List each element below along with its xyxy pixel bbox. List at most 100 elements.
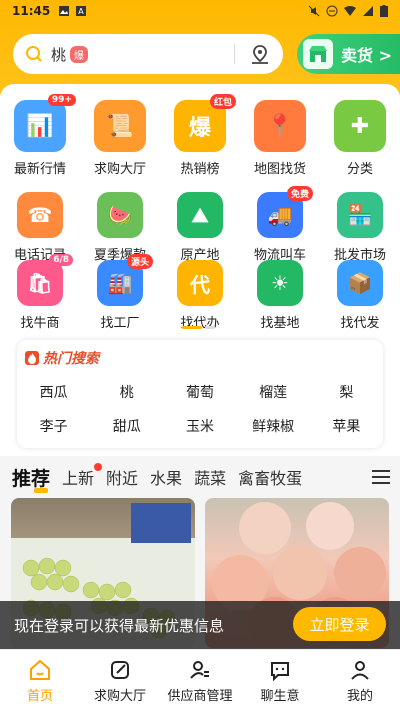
quick-entry-label: 找牛商 (20, 316, 60, 331)
tab-3[interactable]: 水果 (150, 465, 182, 489)
quick-entry-glyph: 📍 (266, 113, 294, 139)
nav-label: 供应商管理 (167, 689, 233, 704)
quick-entry-2-1[interactable]: 🏭 源头 找工厂 (80, 254, 160, 331)
mute-icon (308, 5, 320, 17)
quick-entry-0-0[interactable]: 📊 99+ 最新行情 (0, 94, 80, 177)
nav-item-0[interactable]: 首页 (0, 650, 80, 711)
home-icon (30, 659, 50, 680)
quick-entry-0-1[interactable]: 📜 求购大厅 (80, 100, 160, 177)
quick-entry-glyph: 🍉 (107, 203, 133, 227)
search-text: 桃 (51, 45, 67, 64)
svg-text:A: A (78, 7, 84, 16)
quick-entry-glyph: ✚ (350, 113, 370, 139)
quick-entry-2-3[interactable]: ☀ 找基地 (240, 260, 320, 331)
hot-search-title-text: 热门搜索 (43, 351, 99, 367)
hot-search-item[interactable]: 玉米 (163, 410, 236, 444)
hot-search-item[interactable]: 李子 (17, 410, 90, 444)
quick-entry-glyph: 爆 (188, 116, 211, 141)
quick-entry-0-4[interactable]: ✚ 分类 (320, 100, 400, 177)
hot-search-item[interactable]: 苹果 (310, 410, 383, 444)
sell-button-label: 卖货 > (341, 46, 392, 65)
flame-icon (25, 351, 39, 365)
tab-label: 推荐 (12, 467, 51, 490)
quick-entry-icon: 📍 (254, 100, 306, 152)
quick-entry-2-2[interactable]: 代找代办 (160, 260, 240, 331)
category-tabs: 推荐 上新 附近 水果 蔬菜 禽畜牧蛋 (0, 462, 400, 493)
quick-grid-row-3: 🛍 6/8 找牛商 🏭 源头 找工厂 代找代办 ☀ 找基地 📦 找代发 (0, 254, 400, 331)
hot-search-grid: 西瓜桃葡萄 榴莲梨李子 甜瓜 玉米 鲜辣椒 苹果 (17, 376, 383, 444)
login-button[interactable]: 立即登录 (293, 607, 386, 641)
quick-entry-badge: 红包 (209, 94, 236, 109)
nav-label: 首页 (26, 689, 53, 704)
hot-search-item[interactable]: 葡萄 (163, 376, 236, 410)
nav-item-1[interactable]: 求购大厅 (80, 650, 160, 711)
quick-entry-glyph: 🏭 (107, 271, 133, 295)
quick-entry-icon: 代 (177, 260, 223, 306)
quick-entry-label: 分类 (346, 162, 373, 177)
tab-label: 附近 (106, 469, 139, 488)
quick-entry-glyph: 🛍 (27, 271, 53, 295)
quick-entry-icon: 🚚 免费 (257, 186, 313, 238)
quick-entry-icon: 📊 99+ (14, 94, 76, 152)
hot-search-item[interactable]: 榴莲 (237, 376, 310, 410)
hot-search-item[interactable]: 西瓜 (17, 376, 90, 410)
nav-item-2[interactable]: 供应商管理 (160, 650, 240, 711)
nav-label: 我的 (346, 689, 373, 704)
quick-entry-0-3[interactable]: 📍 地图找货 (240, 100, 320, 177)
quick-entry-2-4[interactable]: 📦 找代发 (320, 260, 400, 331)
quick-entry-badge: 6/8 (49, 254, 73, 266)
hot-search-item[interactable]: 梨 (310, 376, 383, 410)
hot-search-item[interactable]: 甜瓜 (90, 410, 163, 444)
battery-icon (380, 5, 388, 17)
quick-entry-icon: 🏪 (337, 192, 383, 238)
search-hot-tag: 爆 (70, 45, 89, 63)
quick-entry-label: 热销榜 (180, 162, 220, 177)
quick-entry-glyph: 代 (190, 272, 210, 297)
quick-entry-icon: 🛍 6/8 (17, 254, 73, 306)
dnd-icon (326, 5, 338, 17)
quick-entry-1-0[interactable]: ☎ 电话记录 (0, 192, 80, 263)
signal-icon (363, 6, 373, 16)
quick-entry-1-3[interactable]: 🚚 免费 物流叫车 (240, 186, 320, 263)
quick-entry-glyph: 📦 (347, 271, 373, 295)
nav-item-4[interactable]: 我的 (320, 650, 400, 711)
quick-entry-glyph: 📊 (26, 113, 54, 139)
quick-entry-0-2[interactable]: 爆 红包热销榜 (160, 94, 240, 177)
hot-search-title: 热门搜索 (25, 348, 99, 368)
quick-entry-1-2[interactable]: ⛰ 原产地 (160, 192, 240, 263)
quick-entry-glyph: 🏪 (347, 203, 373, 227)
search-icon (26, 46, 42, 62)
quick-entry-1-4[interactable]: 🏪 批发市场 (320, 192, 400, 263)
location-scan-icon[interactable] (249, 43, 271, 65)
nav-item-3[interactable]: 聊生意 (240, 650, 320, 711)
tab-2[interactable]: 附近 (106, 465, 138, 489)
tab-5[interactable]: 禽畜牧蛋 (238, 465, 302, 489)
tab-1[interactable]: 上新 (62, 463, 103, 489)
wifi-icon (344, 6, 356, 16)
quick-entry-icon: 📦 (337, 260, 383, 306)
bottom-nav: 首页 求购大厅 供应商管理 聊生意 我的 (0, 649, 400, 711)
quick-entry-1-1[interactable]: 🍉 夏季爆款 (80, 192, 160, 263)
status-bar: 11:45 A (0, 0, 400, 22)
quick-entry-icon: ☎ (17, 192, 63, 238)
quick-entry-icon: 爆 红包 (174, 94, 236, 152)
quick-entry-glyph: ⛰ (191, 203, 209, 227)
alert-icon: A (76, 6, 87, 16)
search-input[interactable]: 桃 爆 (13, 34, 283, 74)
quick-entry-label: 求购大厅 (93, 162, 146, 177)
quick-entry-glyph: 🚚 (267, 203, 293, 227)
quick-entry-icon: ✚ (334, 100, 386, 152)
hot-search-item[interactable]: 鲜辣椒 (237, 410, 310, 444)
quick-entry-icon: 🍉 (97, 192, 143, 238)
login-prompt-bar: 现在登录可以获得最新优惠信息 立即登录 (0, 601, 400, 649)
page-dot-active (182, 326, 202, 329)
quick-entry-2-0[interactable]: 🛍 6/8 找牛商 (0, 254, 80, 331)
quick-entry-glyph: ☀ (271, 271, 289, 295)
sell-button[interactable]: 卖货 > (297, 34, 400, 74)
quick-entry-icon: ☀ (257, 260, 303, 306)
hot-search-item[interactable]: 桃 (90, 376, 163, 410)
quick-entry-label: 找基地 (260, 316, 300, 331)
tab-0[interactable]: 推荐 (12, 464, 51, 493)
tab-4[interactable]: 蔬菜 (194, 465, 226, 489)
menu-icon[interactable] (372, 469, 390, 485)
